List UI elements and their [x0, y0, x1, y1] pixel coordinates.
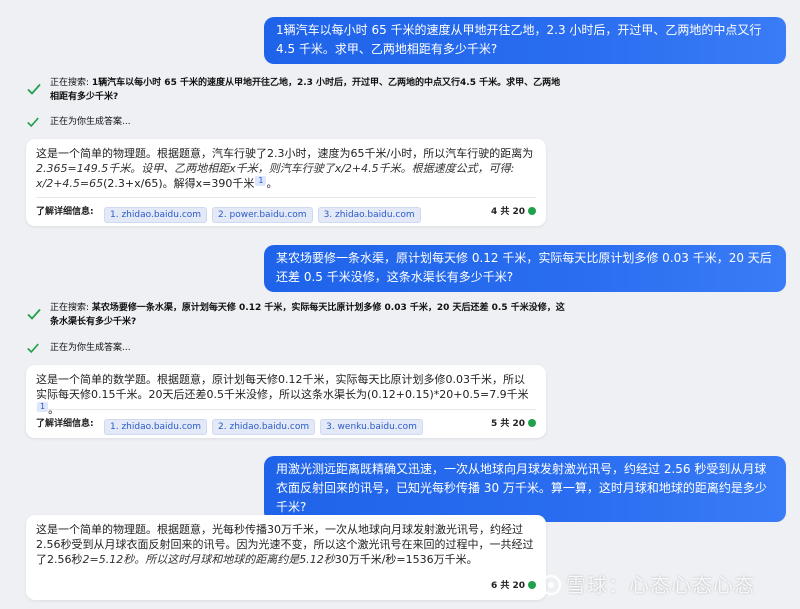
check-icon: [27, 308, 41, 320]
generating-text: 正在为你生成答案...: [50, 343, 131, 353]
search-query: 某农场要修一条水渠，原计划每天修 0.12 千米，实际每天比原计划多修 0.03…: [50, 303, 565, 327]
counter-text: 4 共 20: [490, 207, 525, 217]
snowball-logo-icon: [540, 574, 562, 596]
user-message-2: 某农场要修一条水渠，原计划每天修 0.12 千米，实际每天比原计划多修 0.03…: [264, 245, 786, 292]
response-counter: 4 共 20: [491, 204, 536, 217]
watermark: 雪球：心态心态心态: [540, 569, 755, 598]
answer-text-part: 这是一个简单的数学题。根据题意，原计划每天修0.12千米，实际每天比原计划多修0…: [36, 373, 529, 401]
reference-link[interactable]: 2. power.baidu.com: [212, 207, 313, 223]
watermark-text: 雪球：心态心态心态: [566, 573, 755, 597]
references-label: 了解详细信息:: [36, 419, 94, 429]
answer-text: 这是一个简单的物理题。根据题意，汽车行驶了2.3小时，速度为65千米/小时，所以…: [26, 139, 546, 191]
counter-text: 5 共 20: [490, 419, 525, 429]
search-query: 1辆汽车以每小时 65 千米的速度从甲地开往乙地，2.3 小时后，开过甲、乙两地…: [50, 78, 561, 102]
answer-text-part: 这是一个简单的物理题。根据题意，汽车行驶了2.3小时，速度为65千米/小时，所以…: [36, 147, 534, 160]
counter-text: 6 共 20: [490, 581, 525, 591]
response-counter: 6 共 20: [491, 578, 536, 591]
user-message-text: 1辆汽车以每小时 65 千米的速度从甲地开往乙地，2.3 小时后，开过甲、乙两地…: [276, 23, 762, 56]
status-dot-icon: [528, 581, 536, 589]
answer-text-italic: 2=5.12秒。所以这时月球和地球的距离约是5.12秒: [82, 553, 335, 566]
reference-link[interactable]: 1. zhidao.baidu.com: [104, 207, 208, 223]
reference-link[interactable]: 2. zhidao.baidu.com: [212, 419, 316, 435]
search-prefix: 正在搜索:: [50, 303, 92, 313]
user-message-3: 用激光测远距离既精确又迅速，一次从地球向月球发射激光讯号，约经过 2.56 秒受…: [264, 456, 786, 522]
generating-status-2: 正在为你生成答案...: [26, 341, 566, 355]
references-row: 了解详细信息: 1. zhidao.baidu.com 2. zhidao.bai…: [36, 409, 536, 435]
status-dot-icon: [528, 419, 536, 427]
generating-status-1: 正在为你生成答案...: [26, 115, 566, 129]
reference-link[interactable]: 1. zhidao.baidu.com: [104, 419, 208, 435]
answer-text: 这是一个简单的物理题。根据题意，光每秒传播30万千米，一次从地球向月球发射激光讯…: [26, 515, 546, 567]
references-row: 了解详细信息: 1. zhidao.baidu.com 2. power.baid…: [36, 197, 536, 223]
check-icon: [27, 83, 41, 95]
response-counter: 5 共 20: [491, 416, 536, 429]
citation-badge[interactable]: 1: [255, 176, 267, 186]
status-dot-icon: [528, 207, 536, 215]
answer-text-part: 30万千米/秒=1536万千米。: [334, 553, 478, 566]
reference-link[interactable]: 3. zhidao.baidu.com: [317, 207, 421, 223]
user-message-text: 用激光测远距离既精确又迅速，一次从地球向月球发射激光讯号，约经过 2.56 秒受…: [276, 462, 767, 514]
check-icon: [27, 117, 39, 128]
references-row: 6 共 20: [36, 572, 536, 593]
references-label: 了解详细信息:: [36, 207, 94, 217]
check-icon: [27, 343, 39, 354]
answer-text-part: (2.3+x/65)。解得x=390千米: [103, 177, 255, 190]
search-status-2: 正在搜索: 某农场要修一条水渠，原计划每天修 0.12 千米，实际每天比原计划多…: [26, 301, 566, 329]
answer-card-1: 这是一个简单的物理题。根据题意，汽车行驶了2.3小时，速度为65千米/小时，所以…: [26, 139, 546, 226]
answer-card-3: 这是一个简单的物理题。根据题意，光每秒传播30万千米，一次从地球向月球发射激光讯…: [26, 515, 546, 600]
user-message-text: 某农场要修一条水渠，原计划每天修 0.12 千米，实际每天比原计划多修 0.03…: [276, 251, 772, 284]
search-status-1: 正在搜索: 1辆汽车以每小时 65 千米的速度从甲地开往乙地，2.3 小时后，开…: [26, 76, 566, 104]
answer-card-2: 这是一个简单的数学题。根据题意，原计划每天修0.12千米，实际每天比原计划多修0…: [26, 365, 546, 438]
search-prefix: 正在搜索:: [50, 78, 92, 88]
generating-text: 正在为你生成答案...: [50, 117, 131, 127]
user-message-1: 1辆汽车以每小时 65 千米的速度从甲地开往乙地，2.3 小时后，开过甲、乙两地…: [264, 17, 786, 64]
answer-text-part: 。: [266, 177, 278, 190]
reference-link[interactable]: 3. wenku.baidu.com: [320, 419, 423, 435]
